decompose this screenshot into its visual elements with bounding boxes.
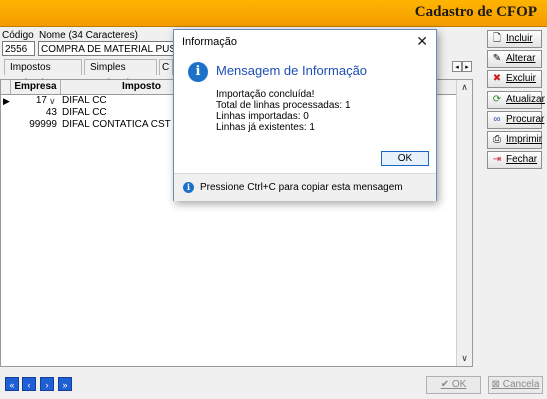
dialog-heading: Mensagem de Informação xyxy=(216,63,368,78)
first-record-icon[interactable]: « xyxy=(5,377,19,391)
dropdown-chevron-icon[interactable]: ∨ xyxy=(49,95,61,107)
ok-button[interactable]: ✔ OK xyxy=(426,376,481,394)
incluir-label: Incluir xyxy=(506,33,533,44)
imprimir-button[interactable]: ⎙ Imprimir xyxy=(487,131,542,149)
nome-field[interactable]: COMPRA DE MATERIAL PUSO OU xyxy=(38,41,174,56)
alterar-button[interactable]: ✎ Alterar xyxy=(487,50,542,68)
nome-label: Nome (34 Caracteres) xyxy=(39,30,138,41)
excluir-label: Excluir xyxy=(506,73,537,84)
refresh-icon: ⟳ xyxy=(492,94,502,105)
close-icon[interactable]: ✕ xyxy=(416,33,428,50)
window-title: Cadastro de CFOP xyxy=(414,4,537,20)
fechar-label: Fechar xyxy=(506,154,538,165)
ok-label: OK xyxy=(451,379,467,390)
codigo-label: Código xyxy=(2,30,34,41)
edit-icon: ✎ xyxy=(492,53,502,64)
printer-icon: ⎙ xyxy=(493,134,501,145)
last-record-icon[interactable]: » xyxy=(58,377,72,391)
codigo-field[interactable]: 2556 xyxy=(2,41,35,56)
tab-c[interactable]: C xyxy=(159,59,173,75)
small-info-icon: i xyxy=(183,182,194,193)
new-doc-icon: 🗋 xyxy=(492,33,502,44)
fechar-button[interactable]: ⇥ Fechar xyxy=(487,151,542,169)
info-icon: i xyxy=(188,62,208,82)
dialog-title: Informação xyxy=(182,36,238,48)
cell-empresa[interactable]: 99999 xyxy=(11,119,59,131)
alterar-label: Alterar xyxy=(506,53,536,64)
procurar-label: Procurar xyxy=(506,114,545,125)
binoculars-icon: ∞ xyxy=(493,114,501,125)
scroll-down-icon[interactable]: ∨ xyxy=(457,351,472,366)
message-line: Total de linhas processadas: 1 xyxy=(216,100,351,111)
vertical-scrollbar[interactable]: ∧ ∨ xyxy=(456,80,472,366)
cancel-icon: ⊠ xyxy=(491,379,503,390)
message-line: Importação concluída! xyxy=(216,89,315,100)
message-line: Linhas importadas: 0 xyxy=(216,111,309,122)
tab-simples-nacional[interactable]: Simples Nacional xyxy=(84,59,157,89)
procurar-button[interactable]: ∞ Procurar xyxy=(487,111,545,129)
excluir-button[interactable]: ✖ Excluir xyxy=(487,70,542,88)
tab-impostos-federais[interactable]: Impostos Federais xyxy=(4,59,82,89)
previous-record-icon[interactable]: ‹ xyxy=(22,377,36,391)
check-icon: ✔ xyxy=(440,379,452,390)
title-bar: Cadastro de CFOP xyxy=(0,0,547,27)
scroll-up-icon[interactable]: ∧ xyxy=(457,80,472,95)
atualizar-label: Atualizar xyxy=(506,94,545,105)
cell-empresa[interactable]: 43 xyxy=(11,107,59,119)
tab-scroll-right-icon[interactable]: ▸ xyxy=(462,61,472,72)
imprimir-label: Imprimir xyxy=(506,134,543,145)
column-empresa[interactable]: Empresa xyxy=(11,80,61,94)
incluir-button[interactable]: 🗋 Incluir xyxy=(487,30,542,48)
cell-empresa[interactable]: 17 xyxy=(11,95,49,107)
copy-hint: Pressione Ctrl+C para copiar esta mensag… xyxy=(200,182,403,193)
tab-scroll-left-icon[interactable]: ◂ xyxy=(452,61,462,72)
cancel-label: Cancela xyxy=(502,379,540,390)
next-record-icon[interactable]: › xyxy=(40,377,54,391)
delete-icon: ✖ xyxy=(492,73,502,84)
cancel-button[interactable]: ⊠ Cancela xyxy=(488,376,543,394)
message-line: Linhas já existentes: 1 xyxy=(216,122,315,133)
info-dialog: Informação ✕ i Mensagem de Informação Im… xyxy=(173,29,437,201)
grid-indicator-header xyxy=(1,80,11,94)
atualizar-button[interactable]: ⟳ Atualizar xyxy=(487,91,545,109)
exit-icon: ⇥ xyxy=(492,154,502,165)
dialog-ok-button[interactable]: OK xyxy=(381,151,429,166)
dialog-footer: i Pressione Ctrl+C para copiar esta mens… xyxy=(174,173,436,201)
row-indicator-icon: ▶ xyxy=(3,96,10,106)
